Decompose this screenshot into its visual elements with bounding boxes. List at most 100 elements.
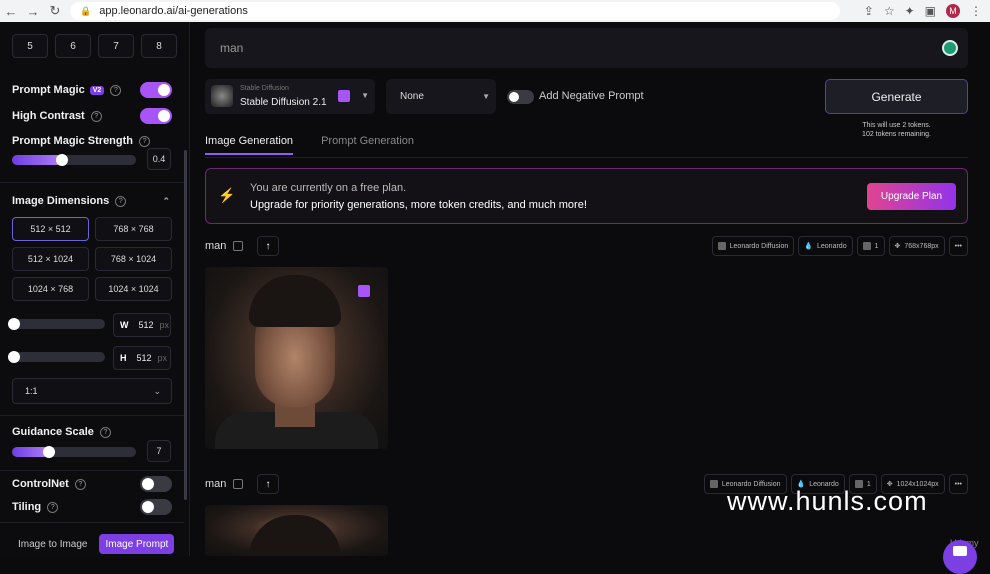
number-of-images: 5 6 7 8 <box>12 34 177 58</box>
grammarly-icon[interactable] <box>942 40 958 56</box>
model-badge-icon <box>338 90 350 102</box>
slider-handle[interactable] <box>8 318 20 330</box>
toggle-knob <box>158 84 170 96</box>
help-icon[interactable]: ? <box>115 195 127 207</box>
reuse-prompt-button[interactable]: ↑ <box>257 474 279 494</box>
negative-prompt-label: Add Negative Prompt <box>539 90 644 102</box>
dimension-option[interactable]: 1024 × 1024 <box>95 277 172 301</box>
dimension-option[interactable]: 1024 × 768 <box>12 277 89 301</box>
generation-meta: Leonardo Diffusion 💧 Leonardo 1 ✥ 768x768p… <box>711 236 968 256</box>
height-slider[interactable] <box>8 351 105 363</box>
help-icon[interactable]: ? <box>110 84 122 96</box>
height-label: H <box>120 353 127 363</box>
more-options-button[interactable]: ••• <box>948 236 968 256</box>
toggle-knob <box>142 478 154 490</box>
menu-icon[interactable]: ⋮ <box>970 4 982 18</box>
share-icon[interactable]: ⇪ <box>864 4 874 18</box>
extensions-icon[interactable]: ✦ <box>905 4 915 18</box>
tab-image-prompt[interactable]: Image Prompt <box>99 534 175 554</box>
num-images-option[interactable]: 8 <box>141 34 177 58</box>
address-bar[interactable]: 🔒 app.leonardo.ai/ai-generations <box>70 2 840 20</box>
copy-icon[interactable] <box>233 241 243 251</box>
help-icon[interactable]: ? <box>74 478 86 490</box>
slider-handle[interactable] <box>8 351 20 363</box>
image-content <box>249 515 341 556</box>
prompt-magic-label: Prompt Magic <box>12 84 85 96</box>
high-contrast-toggle[interactable] <box>140 108 172 124</box>
height-input[interactable]: H 512 px <box>113 346 171 370</box>
width-label: W <box>120 320 129 330</box>
model-name: Stable Diffusion 2.1 <box>240 97 327 108</box>
chat-icon <box>953 546 967 556</box>
settings-sidebar: 5 6 7 8 Prompt Magic V2 ? High Contrast … <box>0 22 190 556</box>
size-tag[interactable]: ✥ 768x768px <box>888 236 945 256</box>
help-icon[interactable]: ? <box>90 110 102 122</box>
num-images-option[interactable]: 6 <box>55 34 91 58</box>
generation-prompt: man <box>205 478 227 490</box>
height-unit: px <box>157 353 168 363</box>
prompt-input[interactable]: man <box>205 28 968 68</box>
sidebar-scrollbar[interactable] <box>184 150 187 500</box>
star-icon[interactable]: ☆ <box>884 4 895 18</box>
tiling-toggle[interactable] <box>140 499 172 515</box>
model-tag[interactable]: Leonardo Diffusion <box>711 236 795 256</box>
num-images-option[interactable]: 5 <box>12 34 48 58</box>
guidance-scale-value[interactable]: 7 <box>147 440 171 462</box>
model-icon <box>717 242 726 250</box>
tab-prompt-generation[interactable]: Prompt Generation <box>321 135 414 155</box>
guidance-scale-slider[interactable] <box>12 446 136 458</box>
help-icon[interactable]: ? <box>99 426 111 438</box>
prompt-magic-strength-slider[interactable] <box>12 154 136 166</box>
preset-tag[interactable]: 💧 Leonardo <box>798 236 853 256</box>
dimension-option[interactable]: 512 × 1024 <box>12 247 89 271</box>
high-contrast-label: High Contrast <box>12 110 85 122</box>
dimension-option[interactable]: 768 × 768 <box>95 217 172 241</box>
tab-image-generation[interactable]: Image Generation <box>205 135 294 155</box>
help-icon[interactable]: ? <box>139 135 151 147</box>
divider <box>0 182 184 183</box>
controlnet-label: ControlNet <box>12 478 69 490</box>
copy-icon[interactable] <box>233 479 243 489</box>
generation-header: man ↑ Leonardo Diffusion 💧 Leonardo 1 ✥ 76… <box>205 236 968 258</box>
generated-image[interactable] <box>205 505 388 556</box>
negative-prompt-toggle[interactable] <box>507 90 534 104</box>
collapse-chevron-icon[interactable]: ⌃ <box>162 196 170 207</box>
divider <box>0 415 184 416</box>
generated-image[interactable] <box>205 267 388 449</box>
reload-icon[interactable]: ↻ <box>44 0 66 22</box>
more-options-button[interactable]: ••• <box>948 474 968 494</box>
prompt-magic-strength-value[interactable]: 0.4 <box>147 148 171 170</box>
tiling-row: Tiling ? <box>12 499 172 515</box>
generate-button[interactable]: Generate <box>825 79 968 114</box>
back-icon[interactable]: ← <box>0 0 22 22</box>
help-icon[interactable]: ? <box>47 501 59 513</box>
style-select[interactable]: None ▼ <box>386 79 496 114</box>
prompt-magic-toggle[interactable] <box>140 82 172 98</box>
url-text: app.leonardo.ai/ai-generations <box>99 5 248 17</box>
dimension-option[interactable]: 512 × 512 <box>12 217 89 241</box>
width-input[interactable]: W 512 px <box>113 313 171 337</box>
forward-icon[interactable]: → <box>22 0 44 22</box>
tab-image-to-image[interactable]: Image to Image <box>12 534 93 554</box>
sidepanel-icon[interactable]: ▣ <box>925 4 936 18</box>
banner-title: You are currently on a free plan. <box>250 182 407 194</box>
image-content <box>249 275 341 327</box>
upgrade-plan-button[interactable]: Upgrade Plan <box>867 183 956 210</box>
model-select[interactable]: Stable Diffusion Stable Diffusion 2.1 ▼ <box>205 79 375 114</box>
profile-avatar[interactable]: M <box>946 4 960 18</box>
width-slider[interactable] <box>8 318 105 330</box>
size-tag-text: 768x768px <box>904 242 939 250</box>
image-dimensions-row: Image Dimensions ? ⌃ <box>12 194 172 208</box>
slider-handle[interactable] <box>55 154 68 166</box>
count-tag[interactable]: 1 <box>856 236 885 256</box>
num-images-option[interactable]: 7 <box>98 34 134 58</box>
controlnet-toggle[interactable] <box>140 476 172 492</box>
reuse-prompt-button[interactable]: ↑ <box>257 236 279 256</box>
aspect-ratio-select[interactable]: 1:1 ⌄ <box>12 378 172 404</box>
chat-support-button[interactable] <box>943 540 977 574</box>
model-icon <box>709 480 718 488</box>
slider-handle[interactable] <box>43 446 56 458</box>
favorite-icon[interactable] <box>358 285 370 297</box>
drop-icon: 💧 <box>804 243 813 250</box>
dimension-option[interactable]: 768 × 1024 <box>95 247 172 271</box>
